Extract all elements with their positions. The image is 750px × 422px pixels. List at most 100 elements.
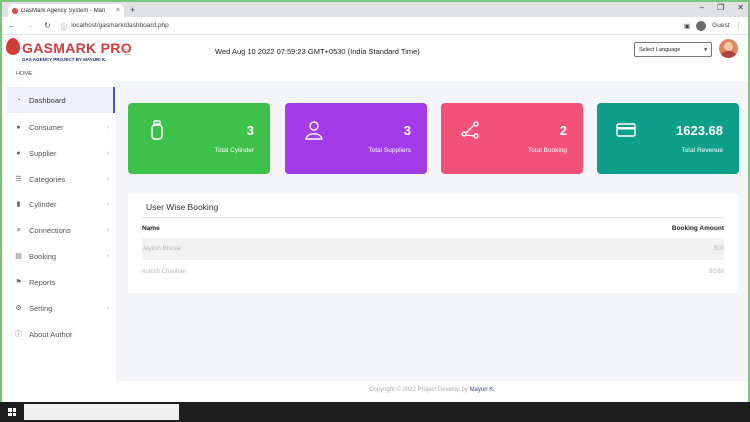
language-select[interactable]: Select Language ▾ xyxy=(634,42,712,57)
windows-start-icon[interactable] xyxy=(8,408,16,416)
stat-card-booking[interactable]: 2 Total Booking xyxy=(441,103,583,174)
sidepanel-icon[interactable]: ▣ xyxy=(684,22,690,30)
home-breadcrumb[interactable]: HOME xyxy=(16,71,33,77)
sidebar-item-setting[interactable]: ⚙ Setting › xyxy=(6,295,115,321)
stat-card-cylinder[interactable]: 3 Total Cylinder xyxy=(128,103,270,174)
list-icon: ☰ xyxy=(15,176,22,183)
share-icon xyxy=(461,121,479,139)
forward-icon[interactable]: → xyxy=(26,21,34,30)
user-wise-booking-panel: User Wise Booking Name Booking Amount Ja… xyxy=(128,194,738,293)
address-bar: ← → ↻ ⓘ localhost/gasmark/dashboard.php … xyxy=(2,17,748,35)
os-taskbar xyxy=(0,402,750,422)
footer-author-link[interactable]: Mayuri K. xyxy=(470,387,495,393)
info-circle-icon: ⓘ xyxy=(60,23,68,31)
chevron-right-icon: › xyxy=(106,149,109,157)
stat-value: 3 xyxy=(403,123,411,138)
tab-title: GasMark Agency System - Man xyxy=(21,7,106,14)
info-icon: ⓘ xyxy=(15,331,22,338)
stat-label: Total Cylinder xyxy=(214,147,254,154)
sidebar-item-label: Dashboard xyxy=(29,95,66,105)
gas-drop-icon xyxy=(6,38,20,55)
new-tab-button[interactable]: + xyxy=(130,4,135,17)
back-icon[interactable]: ← xyxy=(8,21,16,30)
user-outline-icon xyxy=(305,121,323,140)
sidebar-item-dashboard[interactable]: ◔ Dashboard xyxy=(6,87,115,113)
stat-card-suppliers[interactable]: 3 Total Suppliers xyxy=(285,103,427,174)
browser-tab[interactable]: GasMark Agency System - Man × xyxy=(8,4,124,17)
main-content: 3 Total Cylinder 3 Total Suppliers 2 Tot… xyxy=(116,81,748,381)
sidebar-item-label: Categories xyxy=(29,174,66,184)
stat-card-revenue[interactable]: 1623.68 Total Revenue xyxy=(597,103,739,174)
browser-window: GasMark Agency System - Man × + – ❐ ✕ ← … xyxy=(0,0,750,402)
tab-strip: GasMark Agency System - Man × + – ❐ ✕ xyxy=(2,2,748,17)
profile-icon[interactable] xyxy=(696,20,707,31)
cell-amount: 500 xyxy=(713,246,724,252)
sidebar-item-about-author[interactable]: ⓘ About Author xyxy=(6,321,115,347)
chevron-right-icon: › xyxy=(106,226,109,234)
stat-value: 2 xyxy=(559,123,567,138)
sidebar-item-label: Reports xyxy=(29,277,56,287)
sidebar-item-reports[interactable]: ⚑ Reports xyxy=(6,269,115,295)
table-row: Ashish Chauhan 80.68 xyxy=(142,261,724,283)
cell-amount: 80.68 xyxy=(708,269,724,275)
sidebar-item-supplier[interactable]: ● Supplier › xyxy=(6,140,115,166)
chevron-right-icon: › xyxy=(106,200,109,208)
address-bar-right: ▣ Guest ⋮ xyxy=(684,20,743,31)
speedometer-icon: ◔ xyxy=(16,96,21,104)
stat-label: Total Revenue xyxy=(681,147,723,154)
chevron-right-icon: › xyxy=(106,304,109,312)
url-field[interactable]: ⓘ localhost/gasmark/dashboard.php xyxy=(61,21,674,31)
app-header: GASMARK PRO GAS AGENCY PROJECT BY MAYURI… xyxy=(2,35,748,81)
cylinder-icon xyxy=(151,120,163,140)
minimize-button[interactable]: – xyxy=(700,3,704,12)
sidebar-item-cylinder[interactable]: ▮ Cylinder › xyxy=(6,191,115,217)
close-tab-icon[interactable]: × xyxy=(116,7,120,14)
reload-icon[interactable]: ↻ xyxy=(44,21,51,30)
column-header-name: Name xyxy=(142,225,160,232)
footer-text: Copyright © 2022 Project Develop by xyxy=(369,387,468,393)
table-row: Jayesh Bhosle 500 xyxy=(142,238,724,260)
profile-label[interactable]: Guest xyxy=(712,22,729,29)
more-menu-icon[interactable]: ⋮ xyxy=(736,22,743,30)
language-select-value: Select Language xyxy=(639,46,681,53)
column-header-amount: Booking Amount xyxy=(671,225,724,232)
sidebar-item-label: Setting xyxy=(29,303,53,313)
sidebar-item-label: Cylinder xyxy=(29,199,57,209)
sidebar-item-label: Connections xyxy=(29,225,71,235)
favicon-icon xyxy=(12,7,18,14)
stat-label: Total Booking xyxy=(527,147,567,154)
maximize-button[interactable]: ❐ xyxy=(717,3,724,12)
sidebar-item-connections[interactable]: ≡ Connections › xyxy=(6,217,115,243)
connections-icon: ≡ xyxy=(16,226,21,234)
user-icon: ● xyxy=(16,123,21,131)
stat-label: Total Suppliers xyxy=(368,147,411,154)
sidebar-item-booking[interactable]: ▤ Booking › xyxy=(6,243,115,269)
sidebar-item-categories[interactable]: ☰ Categories › xyxy=(6,166,115,192)
user-avatar[interactable] xyxy=(719,39,738,58)
booking-icon: ▤ xyxy=(15,253,22,260)
cell-name: Ashish Chauhan xyxy=(142,269,187,275)
chevron-right-icon: › xyxy=(106,123,109,131)
gear-icon: ⚙ xyxy=(15,305,22,312)
panel-title: User Wise Booking xyxy=(146,202,219,212)
logo-subtitle: GAS AGENCY PROJECT BY MAYURI K. xyxy=(22,57,107,62)
chevron-right-icon: › xyxy=(106,175,109,183)
datetime-display: Wed Aug 10 2022 07:59:23 GMT+0530 (India… xyxy=(215,47,420,56)
credit-card-icon xyxy=(616,123,636,137)
cell-name: Jayesh Bhosle xyxy=(142,246,182,252)
chevron-down-icon: ▾ xyxy=(704,46,707,53)
sidebar-item-label: Booking xyxy=(29,251,57,261)
taskbar-search-box[interactable] xyxy=(24,404,179,420)
sidebar: ◔ Dashboard ● Consumer › ● Supplier › ☰ … xyxy=(2,81,116,381)
sidebar-item-consumer[interactable]: ● Consumer › xyxy=(6,114,115,140)
close-window-button[interactable]: ✕ xyxy=(737,3,744,12)
sidebar-item-label: Supplier xyxy=(29,148,57,158)
stat-value: 3 xyxy=(246,123,254,138)
stat-value: 1623.68 xyxy=(676,123,723,138)
menu-toggle-icon[interactable]: ☰ xyxy=(124,48,131,57)
cylinder-icon: ▮ xyxy=(16,201,21,208)
sidebar-item-label: About Author xyxy=(29,329,73,339)
window-controls: – ❐ ✕ xyxy=(700,3,744,12)
logo-main: GASMARK xyxy=(22,40,97,56)
users-icon: ● xyxy=(16,149,21,157)
